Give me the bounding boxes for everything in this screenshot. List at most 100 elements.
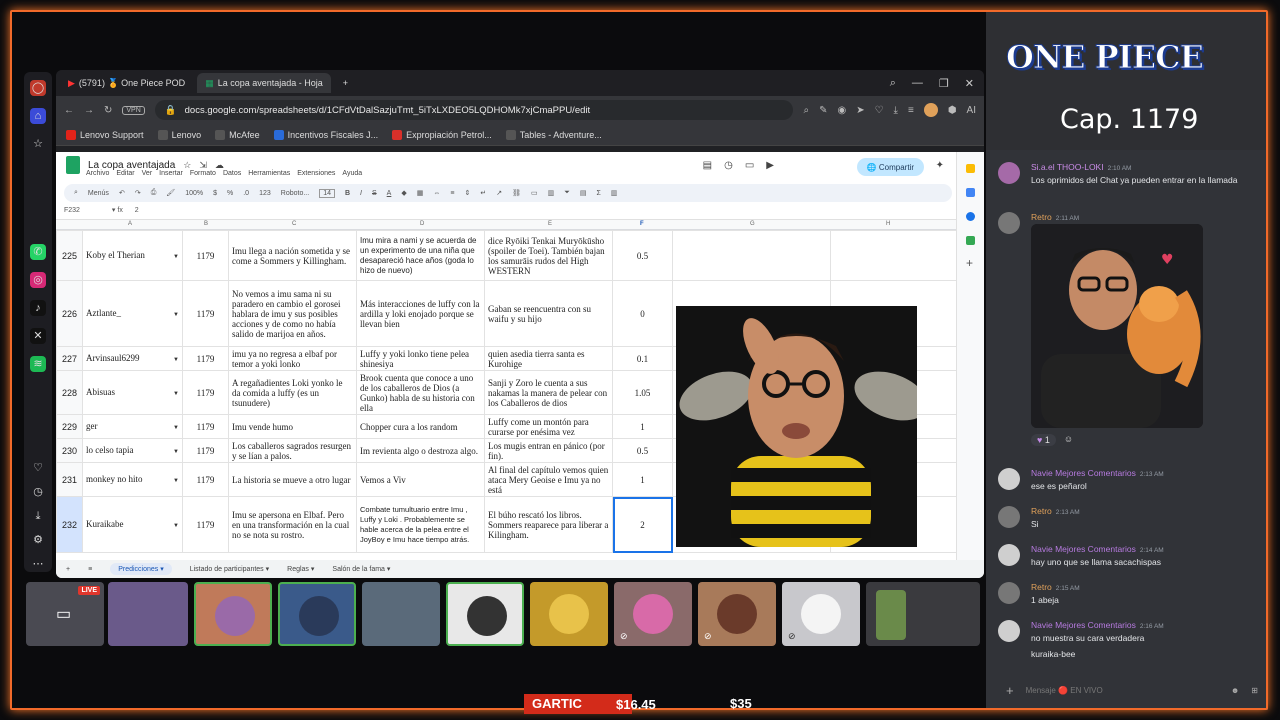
- search-menus-icon[interactable]: ⌕: [74, 189, 78, 197]
- username[interactable]: Si.a.el THOO-LOKI: [1031, 162, 1104, 172]
- profile-avatar[interactable]: [923, 103, 938, 117]
- col-header-g[interactable]: G: [750, 221, 755, 227]
- menu-ver[interactable]: Ver: [142, 170, 153, 177]
- participant-tile[interactable]: [446, 582, 524, 646]
- font-size-field[interactable]: 14: [319, 188, 335, 198]
- document-title[interactable]: La copa aventajada: [88, 160, 175, 171]
- download-icon[interactable]: ⤓: [30, 508, 46, 524]
- star-icon[interactable]: ☆: [183, 160, 191, 171]
- menu-insertar[interactable]: Insertar: [159, 170, 183, 177]
- prediction-cell[interactable]: Im revienta algo o destroza algo.: [356, 438, 485, 463]
- points-cell[interactable]: 1: [612, 462, 673, 497]
- prediction-cell[interactable]: Gaban se reencuentra con su waifu y su h…: [484, 280, 613, 347]
- new-tab-button[interactable]: +: [335, 73, 356, 93]
- extensions-icon[interactable]: ⬢: [948, 105, 957, 116]
- merge-icon[interactable]: ⇔: [433, 190, 440, 197]
- username[interactable]: Retro: [1031, 212, 1052, 222]
- heart-icon[interactable]: ♡: [30, 460, 46, 476]
- prediction-cell[interactable]: A regañadientes Loki yonko le da comida …: [228, 370, 357, 415]
- name-cell[interactable]: Kuraikabe ▼: [82, 496, 183, 553]
- close-icon[interactable]: ✕: [965, 77, 974, 90]
- prediction-cell[interactable]: Imu llega a nación sometida y se come a …: [228, 230, 357, 281]
- name-box[interactable]: F232: [64, 207, 80, 214]
- prediction-cell[interactable]: Chopper cura a los random: [356, 414, 485, 439]
- prediction-cell[interactable]: No vemos a imu sama ni su paradero en ca…: [228, 280, 357, 347]
- minimize-icon[interactable]: —: [912, 77, 923, 90]
- username[interactable]: Navie Mejores Comentarios: [1031, 620, 1136, 630]
- participant-tile[interactable]: ⊘: [782, 582, 860, 646]
- row-number[interactable]: 228: [56, 370, 83, 415]
- prediction-cell[interactable]: Imu vende humo: [228, 414, 357, 439]
- download-icon[interactable]: ⤓: [894, 105, 898, 116]
- username[interactable]: Navie Mejores Comentarios: [1031, 468, 1136, 478]
- points-cell[interactable]: 0.5: [612, 230, 673, 281]
- wrap-icon[interactable]: ↵: [480, 189, 486, 197]
- dropdown-icon[interactable]: ▼: [173, 389, 179, 399]
- prediction-cell[interactable]: El búho rescató los libros. Sommers reap…: [484, 496, 613, 553]
- dropdown-icon[interactable]: ▼: [173, 521, 179, 531]
- dropdown-icon[interactable]: ▼: [173, 355, 179, 365]
- prediction-cell[interactable]: imu ya no regresa a elbaf por temor a yo…: [228, 346, 357, 371]
- paint-format-icon[interactable]: 🖌: [166, 189, 175, 197]
- forward-icon[interactable]: →: [84, 105, 94, 116]
- dropdown-icon[interactable]: ▼: [173, 447, 179, 457]
- bold-icon[interactable]: B: [345, 190, 350, 197]
- instagram-icon[interactable]: ◎: [30, 272, 46, 288]
- comments-history-icon[interactable]: ▤: [703, 160, 712, 171]
- sheet-tab-reglas[interactable]: Reglas ▾: [287, 565, 314, 573]
- row-number[interactable]: 227: [56, 346, 83, 371]
- filter-views-icon[interactable]: ▤: [580, 189, 587, 197]
- italic-icon[interactable]: I: [360, 190, 362, 197]
- participant-tile[interactable]: [278, 582, 356, 646]
- avatar[interactable]: [998, 506, 1020, 528]
- prediction-cell[interactable]: Vemos a Viv: [356, 462, 485, 497]
- prediction-cell[interactable]: Al final del capítulo vemos quien ataca …: [484, 462, 613, 497]
- prediction-cell[interactable]: Luffy come un montón para curarse por en…: [484, 414, 613, 439]
- participant-tile[interactable]: [194, 582, 272, 646]
- search-tabs-icon[interactable]: ⌕: [890, 77, 896, 90]
- add-reaction-icon[interactable]: ☺: [1064, 434, 1073, 446]
- comment-add-icon[interactable]: ▭: [531, 189, 538, 197]
- x-icon[interactable]: ✕: [30, 328, 46, 344]
- chat-input[interactable]: + Mensaje 🔴 EN VIVO ☻ ⊞: [996, 678, 1258, 702]
- formula-input[interactable]: 2: [135, 207, 139, 214]
- settings-icon[interactable]: ⚙: [30, 532, 46, 548]
- participant-tile[interactable]: [530, 582, 608, 646]
- sheet-tab-salon[interactable]: Salón de la fama ▾: [332, 565, 390, 573]
- name-cell[interactable]: Koby el Therian ▼: [82, 230, 183, 281]
- opera-icon[interactable]: ◯: [30, 80, 46, 96]
- contacts-icon[interactable]: [966, 212, 975, 221]
- keep-icon[interactable]: [966, 164, 975, 173]
- dropdown-icon[interactable]: ▼: [173, 252, 179, 262]
- all-sheets-icon[interactable]: ≡: [88, 566, 92, 573]
- rotate-icon[interactable]: ↗: [496, 189, 502, 197]
- participant-tile-screenshare[interactable]: LIVE ▭: [26, 582, 104, 646]
- prediction-cell[interactable]: Los mugis entran en pánico (por fin).: [484, 438, 613, 463]
- chapter-cell[interactable]: 1179: [182, 346, 229, 371]
- empty-cell[interactable]: [672, 230, 831, 281]
- home-icon[interactable]: ⌂: [30, 108, 46, 124]
- points-cell[interactable]: 1.05: [612, 370, 673, 415]
- back-icon[interactable]: ←: [64, 105, 74, 116]
- tab-sheets[interactable]: ▦ La copa aventajada - Hoja: [197, 73, 331, 93]
- dropdown-icon[interactable]: ▼: [173, 476, 179, 486]
- col-header-a[interactable]: A: [128, 221, 132, 227]
- chapter-cell[interactable]: 1179: [182, 230, 229, 281]
- align-icon[interactable]: ≡: [450, 190, 454, 197]
- tiktok-icon[interactable]: ♪: [30, 300, 46, 316]
- prediction-cell[interactable]: Los caballeros sagrados resurgen y se lí…: [228, 438, 357, 463]
- name-cell[interactable]: Abisuas ▼: [82, 370, 183, 415]
- prediction-cell[interactable]: Sanji y Zoro le cuenta a sus nakamas la …: [484, 370, 613, 415]
- reaction-heart[interactable]: ♥ 1: [1031, 434, 1056, 446]
- row-number[interactable]: 230: [56, 438, 83, 463]
- chapter-cell[interactable]: 1179: [182, 438, 229, 463]
- edit-icon[interactable]: ✎: [819, 105, 827, 116]
- menu-archivo[interactable]: Archivo: [86, 170, 109, 177]
- valign-icon[interactable]: ⇕: [464, 189, 470, 197]
- menu-extensiones[interactable]: Extensiones: [297, 170, 335, 177]
- empty-cell[interactable]: [830, 230, 957, 281]
- more-formats[interactable]: 123: [259, 190, 271, 197]
- prediction-cell[interactable]: Imu mira a nami y se acuerda de un exper…: [356, 230, 485, 281]
- menu-datos[interactable]: Datos: [223, 170, 241, 177]
- col-header-f[interactable]: F: [640, 221, 644, 227]
